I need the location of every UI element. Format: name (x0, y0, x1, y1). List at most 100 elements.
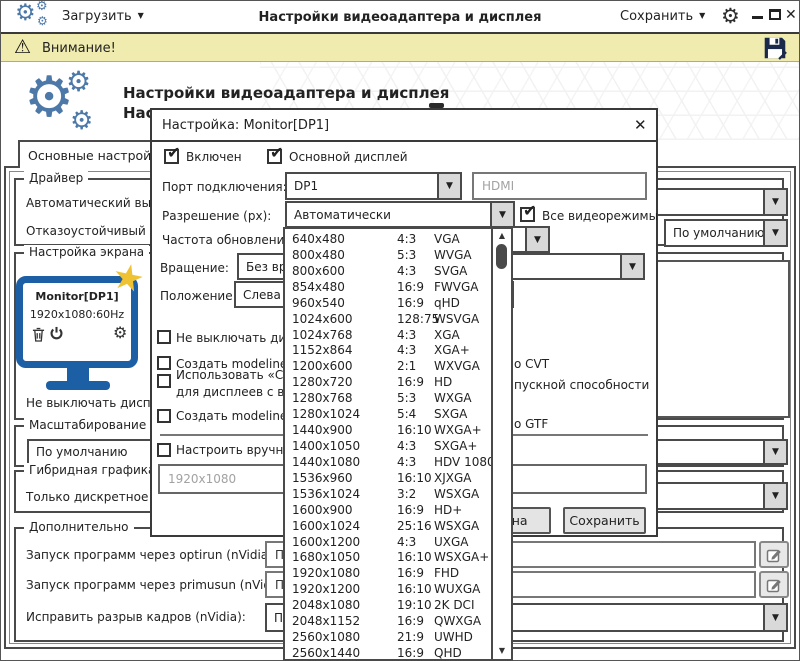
all-modes-checkbox[interactable] (520, 207, 535, 222)
enabled-checkbox[interactable] (164, 149, 179, 164)
tearing-label: Исправить разрыв кадров (nVidia): (26, 610, 246, 624)
header-gear-small-icon: ⚙ (70, 108, 93, 134)
resolution-option[interactable]: 1200x6002:1WXVGA (285, 358, 491, 374)
gtf-modeline-checkbox[interactable] (157, 409, 171, 423)
maximize-button[interactable] (769, 9, 781, 20)
driver-auto-label: Автоматический выбо (26, 196, 166, 210)
chevron-down-icon: ▼ (763, 441, 786, 463)
port-name-input[interactable] (472, 172, 647, 200)
all-modes-label: Все видеорежимы (542, 209, 658, 223)
position-value: Слева (243, 288, 281, 302)
hybrid-row-label: Только дискретное в (26, 490, 159, 504)
resolution-option[interactable]: 1536x96016:10XJXGA (285, 470, 491, 486)
warning-bar: ⚠ Внимание! (0, 34, 800, 62)
monitor-settings-gear-icon[interactable]: ⚙ (113, 323, 127, 342)
screen-note-label: Не выключать диспл (26, 396, 158, 410)
tab-main-settings[interactable]: Основные настройки (18, 140, 168, 168)
resolution-option[interactable]: 1600x90016:9HD+ (285, 502, 491, 518)
resolution-list-scrollbar[interactable]: ▲ ▼ (491, 229, 511, 659)
resolution-option[interactable]: 1680x105016:10WSXGA+ (285, 549, 491, 565)
chevron-down-icon: ▼ (437, 174, 460, 198)
resolution-option[interactable]: 1152x8644:3XGA+ (285, 342, 491, 358)
cvt-modeline-checkbox[interactable] (157, 356, 171, 370)
resolution-option[interactable]: 2560x144016:9QHD (285, 645, 491, 661)
primusun-edit-button[interactable] (759, 571, 789, 598)
resolution-option[interactable]: 800x4805:3WVGA (285, 247, 491, 263)
dialog-close-icon[interactable]: ✕ (634, 116, 647, 134)
resolution-option[interactable]: 1536x10243:2WSXGA (285, 486, 491, 502)
power-icon[interactable] (49, 326, 64, 345)
primary-display-checkbox[interactable] (267, 149, 282, 164)
keep-on-checkbox[interactable] (157, 330, 171, 344)
scroll-down-icon[interactable]: ▼ (493, 644, 511, 657)
monitor-stand (67, 368, 89, 381)
resolution-option[interactable]: 1280x72016:9HD (285, 374, 491, 390)
resolution-option[interactable]: 1024x600128:75WSVGA (285, 311, 491, 327)
resolution-option[interactable]: 1280x7685:3WXGA (285, 390, 491, 406)
position-label: Положение: (160, 289, 237, 303)
driver-failsafe-label: Отказоустойчивый др (26, 224, 166, 238)
warning-text: Внимание! (42, 41, 116, 56)
driver-failsafe-dropdown[interactable]: По умолчанию ▼ (664, 219, 788, 247)
dialog-title: Настройка: Monitor[DP1] (162, 118, 329, 133)
resolution-option[interactable]: 1920x108016:9FHD (285, 565, 491, 581)
save-menu-label: Сохранить (620, 9, 693, 24)
resolution-option[interactable]: 1440x90016:10WXGA+ (285, 422, 491, 438)
resolution-option[interactable]: 960x54016:9qHD (285, 295, 491, 311)
warning-triangle-icon: ⚠ (14, 36, 31, 58)
port-value: DP1 (294, 179, 318, 193)
monitor-base (46, 381, 110, 390)
resolution-dropdown[interactable]: Автоматически ▼ (285, 201, 515, 229)
minimize-button[interactable] (752, 16, 763, 19)
group-extra-legend: Дополнительно (24, 520, 134, 534)
header-gear-medium-icon: ⚙ (66, 68, 91, 96)
resolution-option[interactable]: 640x4804:3VGA (285, 231, 491, 247)
page-title: Настройки видеоадаптера и дисплея (123, 84, 449, 102)
port-dropdown[interactable]: DP1 ▼ (285, 172, 462, 200)
resolution-option[interactable]: 2048x108019:102K DCI (285, 597, 491, 613)
pencil-edit-icon (766, 547, 782, 563)
trash-icon[interactable] (32, 327, 45, 346)
manual-checkbox[interactable] (157, 443, 171, 457)
resolution-option[interactable]: 1600x12004:3UXGA (285, 534, 491, 550)
resolution-option[interactable]: 800x6004:3SVGA (285, 263, 491, 279)
settings-gear-icon[interactable]: ⚙ (721, 4, 740, 28)
save-menu-button[interactable]: Сохранить▼ (620, 9, 705, 24)
manual-label: Настроить вручную (176, 443, 301, 457)
chevron-down-icon: ▼ (763, 221, 786, 245)
scaling-value: По умолчанию (36, 445, 128, 459)
resolution-option[interactable]: 1920x120016:10WUXGA (285, 581, 491, 597)
resolution-option[interactable]: 1600x102425:16WSXGA (285, 518, 491, 534)
cvt-reduced-checkbox[interactable] (157, 374, 171, 388)
scrollbar-thumb[interactable] (496, 244, 507, 269)
resolution-option[interactable]: 854x48016:9FWVGA (285, 279, 491, 295)
monitor-mode: 1920x1080:60Hz (23, 308, 131, 321)
resolution-option[interactable]: 1400x10504:3SXGA+ (285, 438, 491, 454)
resolution-label: Разрешение (px): (162, 209, 271, 223)
primary-display-label: Основной дисплей (289, 150, 408, 164)
resolution-option[interactable]: 2048x115216:9QWXGA (285, 613, 491, 629)
cvt-reduced-label-line1: Использовать «CV (176, 368, 291, 382)
cvt-reduced-label-tail: пускной способности (514, 378, 649, 392)
chevron-down-icon: ▼ (763, 484, 786, 508)
resolution-option[interactable]: 2560x108021:9UWHD (285, 629, 491, 645)
resolution-option[interactable]: 1280x10245:4SXGA (285, 406, 491, 422)
gtf-modeline-label: Создать modeline (176, 409, 287, 423)
save-button[interactable]: Сохранить (563, 507, 646, 534)
scroll-up-icon[interactable]: ▲ (493, 229, 511, 242)
chevron-down-icon: ▼ (490, 203, 513, 227)
chevron-down-icon: ▼ (763, 190, 786, 214)
cvt-modeline-label-tail: о CVT (514, 357, 549, 371)
chevron-down-icon: ▼ (525, 228, 548, 251)
rotation-label: Вращение: (160, 261, 229, 275)
optirun-edit-button[interactable] (759, 541, 789, 568)
resolution-list-rows: 640x4804:3VGA800x4805:3WVGA800x6004:3SVG… (285, 231, 491, 659)
save-file-icon[interactable] (762, 35, 788, 65)
enabled-label: Включен (186, 150, 242, 164)
close-button[interactable]: ✕ (785, 7, 797, 23)
resolution-option[interactable]: 1440x10804:3HDV 1080i (285, 454, 491, 470)
chevron-down-icon: ▼ (763, 605, 786, 630)
resolution-option[interactable]: 1024x7684:3XGA (285, 327, 491, 343)
optirun-label: Запуск программ через optirun (nVidia): (26, 548, 277, 562)
dialog-title-separator (152, 140, 656, 142)
